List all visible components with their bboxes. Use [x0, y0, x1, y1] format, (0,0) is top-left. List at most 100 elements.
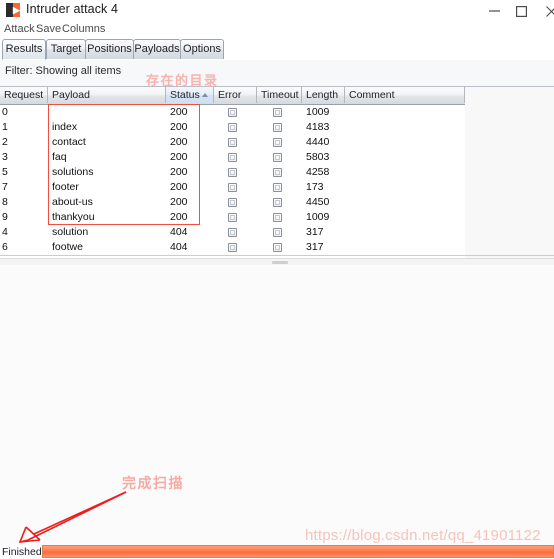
checkbox-error[interactable]: [228, 243, 237, 252]
cell-status: 200: [170, 166, 188, 178]
tab-results[interactable]: Results: [2, 39, 46, 60]
cell-length: 317: [306, 241, 324, 253]
cell-length: 4258: [306, 166, 330, 178]
cell-comment: [349, 195, 465, 210]
burp-suite-icon: ▶: [6, 3, 20, 17]
cell-request: 1: [2, 121, 8, 133]
checkbox-timeout[interactable]: [273, 183, 282, 192]
cell-length: 317: [306, 226, 324, 238]
checkbox-error[interactable]: [228, 183, 237, 192]
cell-payload: solution: [52, 226, 89, 238]
table-row[interactable]: 2 contact 200 4440: [0, 135, 465, 150]
checkbox-timeout[interactable]: [273, 123, 282, 132]
cell-comment: [349, 150, 465, 165]
table-row[interactable]: 7 footer 200 173: [0, 180, 465, 195]
watermark-text: https://blog.csdn.net/qq_41901122: [305, 527, 541, 544]
column-header-label: Request: [4, 89, 44, 101]
cell-length: 4450: [306, 196, 330, 208]
checkbox-error[interactable]: [228, 198, 237, 207]
cell-status: 200: [170, 211, 188, 223]
request-response-pane: [0, 265, 554, 545]
checkbox-error[interactable]: [228, 138, 237, 147]
checkbox-timeout[interactable]: [273, 228, 282, 237]
cell-comment: [349, 135, 465, 150]
cell-payload: about-us: [52, 196, 93, 208]
table-row[interactable]: 4 solution 404 317: [0, 225, 465, 240]
minimize-icon[interactable]: [479, 0, 509, 21]
cell-comment: [349, 165, 465, 180]
checkbox-timeout[interactable]: [273, 243, 282, 252]
cell-status: 200: [170, 181, 188, 193]
maximize-icon[interactable]: [506, 0, 536, 21]
cell-comment: [349, 180, 465, 195]
column-header-error[interactable]: Error: [214, 87, 257, 103]
table-row[interactable]: 1 index 200 4183: [0, 120, 465, 135]
menu-columns[interactable]: Columns: [62, 23, 105, 35]
cell-payload: footer: [52, 181, 79, 193]
window-title: Intruder attack 4: [26, 2, 119, 16]
column-header-label: Error: [218, 89, 242, 101]
results-table: Request Payload Status Error Timeout Length Co…: [0, 87, 554, 258]
checkbox-timeout[interactable]: [273, 168, 282, 177]
checkbox-error[interactable]: [228, 153, 237, 162]
table-row[interactable]: 6 footwe 404 317: [0, 240, 465, 255]
tab-options[interactable]: Options: [180, 39, 224, 59]
checkbox-error[interactable]: [228, 108, 237, 117]
checkbox-timeout[interactable]: [273, 213, 282, 222]
column-header-label: Timeout: [261, 89, 299, 101]
table-row[interactable]: 3 faq 200 5803: [0, 150, 465, 165]
splitter-grip[interactable]: [272, 261, 288, 264]
checkbox-error[interactable]: [228, 213, 237, 222]
tab-payloads[interactable]: Payloads: [133, 39, 181, 59]
column-header-payload[interactable]: Payload: [48, 87, 166, 103]
cell-request: 4: [2, 226, 8, 238]
checkbox-timeout[interactable]: [273, 108, 282, 117]
checkbox-timeout[interactable]: [273, 153, 282, 162]
checkbox-timeout[interactable]: [273, 138, 282, 147]
table-row[interactable]: 8 about-us 200 4450: [0, 195, 465, 210]
table-row[interactable]: 9 thankyou 200 1009: [0, 210, 465, 225]
checkbox-inner: [230, 200, 235, 205]
checkbox-error[interactable]: [228, 168, 237, 177]
cell-request: 6: [2, 241, 8, 253]
cell-length: 5803: [306, 151, 330, 163]
checkbox-inner: [230, 215, 235, 220]
cell-request: 9: [2, 211, 8, 223]
cell-request: 5: [2, 166, 8, 178]
cell-payload: index: [52, 121, 78, 133]
sort-ascending-icon: [202, 93, 208, 97]
cell-comment: [349, 210, 465, 225]
tab-positions[interactable]: Positions: [85, 39, 134, 59]
table-row[interactable]: 0 200 1009: [0, 105, 465, 120]
checkbox-inner: [230, 125, 235, 130]
checkbox-inner: [275, 155, 280, 160]
checkbox-inner: [230, 185, 235, 190]
checkbox-inner: [230, 230, 235, 235]
tab-target[interactable]: Target: [46, 39, 86, 59]
checkbox-inner: [275, 245, 280, 250]
menu-bar: Attack Save Columns: [0, 21, 554, 38]
table-row[interactable]: 5 solutions 200 4258: [0, 165, 465, 180]
column-header-label: Comment: [349, 89, 395, 101]
cell-comment: [349, 240, 465, 255]
column-header-request[interactable]: Request: [0, 87, 48, 103]
cell-payload: footwe: [52, 241, 83, 253]
cell-status: 200: [170, 136, 188, 148]
menu-save[interactable]: Save: [36, 23, 61, 35]
filter-label: Filter: Showing all items: [5, 65, 122, 77]
checkbox-error[interactable]: [228, 123, 237, 132]
column-header-timeout[interactable]: Timeout: [257, 87, 302, 103]
checkbox-timeout[interactable]: [273, 198, 282, 207]
checkbox-inner: [230, 245, 235, 250]
cell-comment: [349, 105, 465, 120]
checkbox-error[interactable]: [228, 228, 237, 237]
filter-bar[interactable]: Filter: Showing all items: [0, 60, 554, 87]
column-header-length[interactable]: Length: [302, 87, 345, 103]
close-icon[interactable]: [536, 0, 554, 21]
cell-payload: contact: [52, 136, 86, 148]
cell-comment: [349, 120, 465, 135]
tab-strip: Results Target Positions Payloads Options: [0, 38, 554, 61]
column-header-comment[interactable]: Comment: [345, 87, 465, 103]
column-header-status[interactable]: Status: [166, 87, 214, 103]
menu-attack[interactable]: Attack: [4, 23, 35, 35]
